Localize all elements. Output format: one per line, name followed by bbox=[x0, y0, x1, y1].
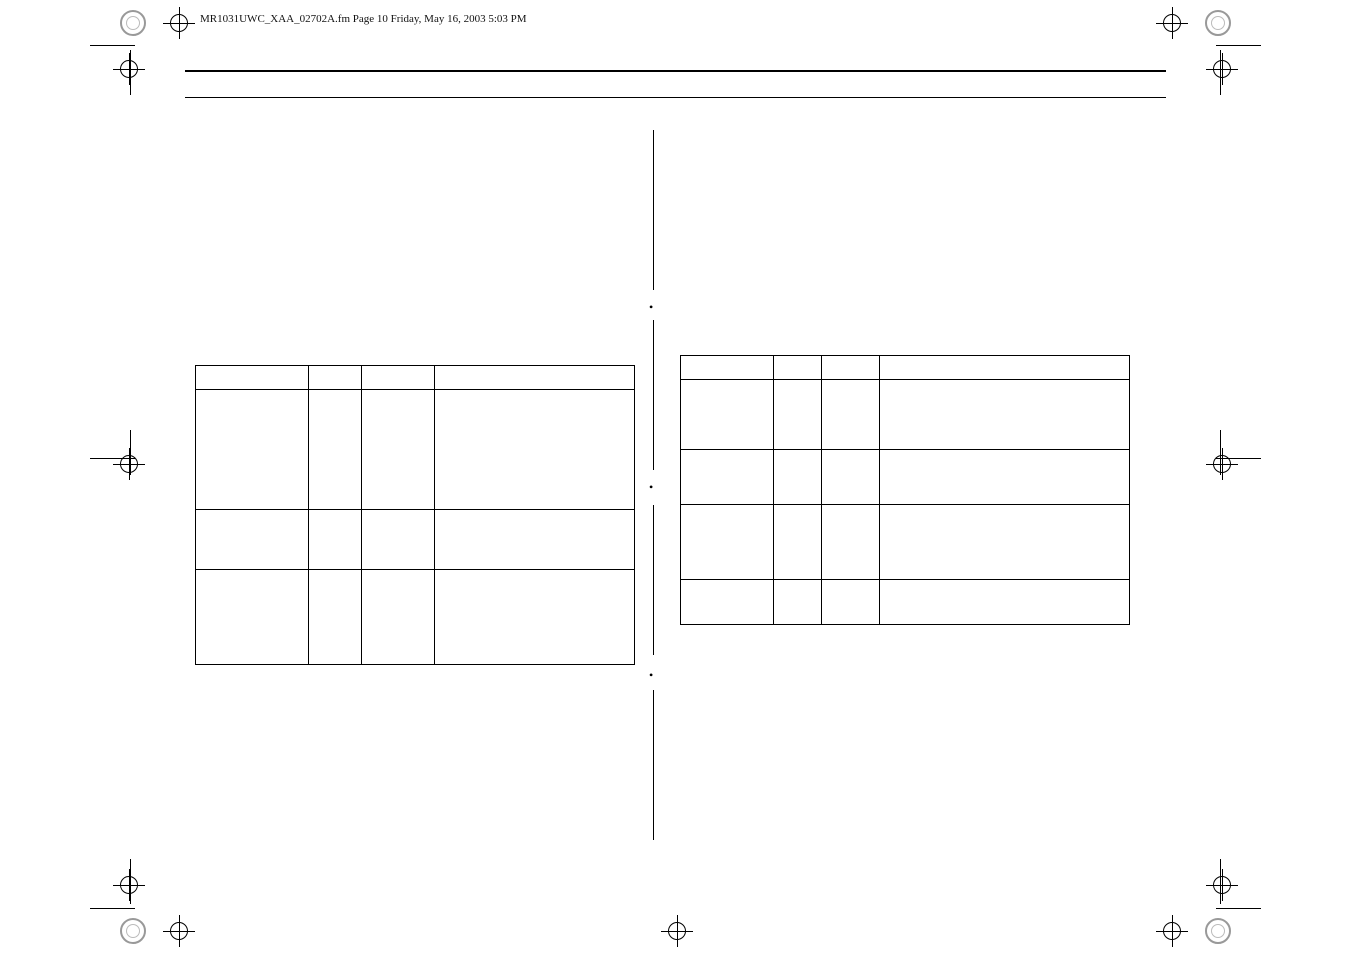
right-table bbox=[680, 355, 1130, 625]
crop-mark bbox=[1216, 45, 1261, 46]
bullet-icon: • bbox=[649, 300, 653, 315]
corner-circle bbox=[120, 918, 146, 944]
page-rules bbox=[185, 70, 1166, 98]
left-table bbox=[195, 365, 635, 665]
register-mark bbox=[1163, 922, 1181, 940]
crop-mark bbox=[90, 908, 135, 909]
corner-circle bbox=[1205, 10, 1231, 36]
register-mark bbox=[120, 876, 138, 894]
register-mark bbox=[120, 60, 138, 78]
page-header-file-info: MR1031UWC_XAA_02702A.fm Page 10 Friday, … bbox=[200, 13, 527, 25]
register-mark bbox=[1163, 14, 1181, 32]
register-mark bbox=[1213, 876, 1231, 894]
register-mark bbox=[1213, 455, 1231, 473]
crop-mark bbox=[90, 45, 135, 46]
corner-circle bbox=[120, 10, 146, 36]
crop-mark bbox=[1216, 908, 1261, 909]
register-mark bbox=[1213, 60, 1231, 78]
register-mark bbox=[668, 922, 686, 940]
register-mark bbox=[170, 14, 188, 32]
bullet-icon: • bbox=[649, 480, 653, 495]
column-guide bbox=[653, 505, 654, 655]
column-guide bbox=[653, 690, 654, 840]
column-guide bbox=[653, 130, 654, 290]
register-mark bbox=[120, 455, 138, 473]
bullet-icon: • bbox=[649, 668, 653, 683]
register-mark bbox=[170, 922, 188, 940]
column-guide bbox=[653, 320, 654, 470]
corner-circle bbox=[1205, 918, 1231, 944]
